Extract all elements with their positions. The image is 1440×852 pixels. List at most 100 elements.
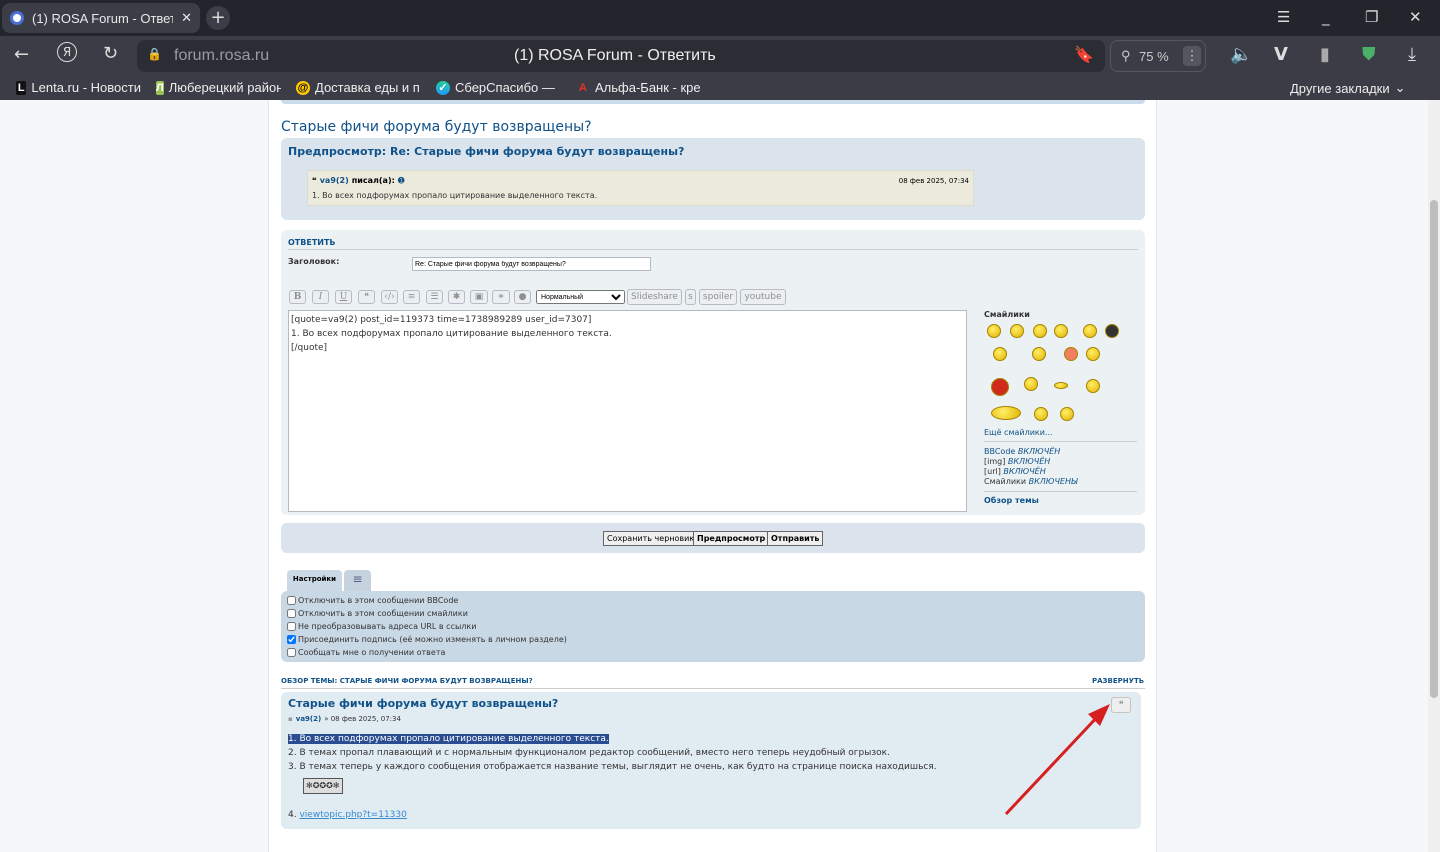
back-icon[interactable]: ← <box>14 44 29 65</box>
checkbox[interactable] <box>287 648 296 657</box>
option-attach-signature[interactable]: Присоединить подпись (её можно изменять … <box>287 633 1139 646</box>
smiley-icon[interactable] <box>1083 324 1097 338</box>
list-button[interactable]: ≡ <box>403 290 420 304</box>
list-item-button[interactable]: ✱ <box>448 290 465 304</box>
other-bookmarks[interactable]: Другие закладки ⌄ <box>1290 80 1406 96</box>
save-draft-button[interactable]: Сохранить черновик <box>603 531 699 546</box>
arrow-line <box>1004 712 1102 816</box>
smiley-icon[interactable] <box>987 324 1001 338</box>
bookmark-icon[interactable]: 🔖 <box>1074 45 1094 65</box>
browser-tab[interactable]: (1) ROSA Forum - Ответить ✕ <box>2 3 200 33</box>
bookmark-lubertsy[interactable]: Л Люберецкий район <box>156 80 281 95</box>
bookmark-lenta[interactable]: L Lenta.ru - Новости <box>16 80 141 95</box>
lock-icon: 🔒 <box>147 47 162 61</box>
preview-button[interactable]: Предпросмотр <box>693 531 770 546</box>
option-disable-bbcode[interactable]: Отключить в этом сообщении BBCode <box>287 594 1139 607</box>
smiley-icon[interactable] <box>1024 377 1038 391</box>
option-disable-smilies[interactable]: Отключить в этом сообщении смайлики <box>287 607 1139 620</box>
sunglasses-smiley-icon[interactable] <box>1105 324 1119 338</box>
reply-panel: ОТВЕТИТЬ Заголовок: B I U ❝ ‹/› ≡ ☰ ✱ ▣ … <box>281 230 1145 515</box>
tab-settings[interactable]: Настройки <box>287 570 342 591</box>
post-line-selected: 1. Во всех подфорумах пропало цитировани… <box>288 734 609 744</box>
submit-button[interactable]: Отправить <box>767 531 824 546</box>
yandex-icon[interactable]: Я <box>57 42 77 62</box>
post-author[interactable]: va9(2) <box>296 715 321 723</box>
quote-author[interactable]: va9(2) <box>320 176 349 185</box>
bold-button[interactable]: B <box>289 290 306 304</box>
alfa-icon: A <box>579 81 587 94</box>
speaker-icon[interactable]: 🔈 <box>1230 44 1252 65</box>
scrollbar-thumb[interactable] <box>1430 200 1438 698</box>
topic-review-link[interactable]: Обзор темы <box>984 496 1039 505</box>
goto-post-icon[interactable]: ➊ <box>398 176 405 185</box>
option-label: Сообщать мне о получении ответа <box>298 648 446 657</box>
status-value: ВКЛЮЧЕНЫ <box>1028 477 1078 486</box>
viewtopic-link[interactable]: viewtopic.php?t=11330 <box>299 810 406 820</box>
reload-icon[interactable]: ↻ <box>103 43 118 64</box>
tab-menu-icon[interactable]: ≡ <box>344 570 371 591</box>
code-button[interactable]: ‹/› <box>381 290 398 304</box>
ordered-list-button[interactable]: ☰ <box>426 290 443 304</box>
zoom-control[interactable]: ⚲ 75 % ⋮ <box>1110 40 1206 72</box>
reader-icon[interactable]: ▮ <box>1320 44 1330 65</box>
smiley-icon[interactable] <box>1060 407 1074 421</box>
close-tab-icon[interactable]: ✕ <box>181 10 192 26</box>
topic-title[interactable]: Старые фичи форума будут возвращены? <box>281 119 592 135</box>
minimize-icon[interactable]: _ <box>1322 8 1330 26</box>
more-smilies-link[interactable]: Ещё смайлики... <box>984 428 1053 437</box>
option-disable-urls[interactable]: Не преобразовывать адреса URL в ссылки <box>287 620 1139 633</box>
status-key: [url] <box>984 467 1001 476</box>
option-notify[interactable]: Сообщать мне о получении ответа <box>287 646 1139 659</box>
smiley-icon[interactable] <box>1033 324 1047 338</box>
bookmark-delivery[interactable]: @ Доставка еды и п <box>296 80 421 95</box>
smiley-icon[interactable] <box>1064 347 1078 361</box>
smiley-icon[interactable] <box>1086 347 1100 361</box>
smiley-icon[interactable] <box>993 347 1007 361</box>
address-bar[interactable]: 🔒 forum.rosa.ru (1) ROSA Forum - Ответит… <box>137 40 1105 72</box>
bookmark-alfabank[interactable]: A Альфа-Банк - кре <box>576 80 701 95</box>
checkbox[interactable] <box>287 609 296 618</box>
post-title[interactable]: Старые фичи форума будут возвращены? <box>288 697 558 710</box>
smiley-icon[interactable] <box>1054 382 1068 389</box>
bookmark-sberspasibo[interactable]: ✓ СберСпасибо — <box>436 80 561 95</box>
shield-v-icon[interactable]: V <box>1274 44 1288 65</box>
image-button[interactable]: ▣ <box>470 290 488 304</box>
message-textarea[interactable]: [quote=va9(2) post_id=119373 time=173898… <box>288 310 967 512</box>
smiley-icon[interactable] <box>1032 347 1046 361</box>
checkbox[interactable] <box>287 622 296 631</box>
smiley-icon[interactable] <box>1086 379 1100 393</box>
status-list: BBCode ВКЛЮЧЁН [img] ВКЛЮЧЁН [url] ВКЛЮЧ… <box>984 447 1078 487</box>
beer-smiley-icon[interactable] <box>991 406 1021 420</box>
s-button[interactable]: s <box>685 289 696 305</box>
color-button[interactable]: ● <box>514 290 531 304</box>
subject-input[interactable] <box>412 257 651 271</box>
spoiler-button[interactable]: spoiler <box>699 289 737 305</box>
divider <box>984 441 1137 442</box>
subject-label: Заголовок: <box>288 257 340 266</box>
download-icon[interactable]: ⤓ <box>1408 44 1416 65</box>
adguard-icon[interactable]: ⛊ <box>1362 44 1376 65</box>
zoom-out-icon[interactable]: ⚲ <box>1121 48 1131 64</box>
checkbox[interactable] <box>287 635 296 644</box>
status-value: ВКЛЮЧЁН <box>1003 467 1046 476</box>
restore-icon[interactable]: ❐ <box>1365 8 1378 26</box>
underline-button[interactable]: U <box>335 290 352 304</box>
quote-button[interactable]: ❝ <box>358 290 375 304</box>
expand-link[interactable]: РАЗВЕРНУТЬ <box>1092 677 1144 685</box>
smiley-icon[interactable] <box>1034 407 1048 421</box>
new-tab-button[interactable]: + <box>206 6 230 30</box>
post-date: » 08 фев 2025, 07:34 <box>324 715 401 723</box>
lubertsy-icon: Л <box>156 80 164 95</box>
font-size-select[interactable]: Нормальный <box>536 290 625 304</box>
slideshare-button[interactable]: Slideshare <box>627 289 682 305</box>
more-icon[interactable]: ⋮ <box>1183 46 1201 66</box>
italic-button[interactable]: I <box>312 290 329 304</box>
youtube-button[interactable]: youtube <box>740 289 786 305</box>
smiley-icon[interactable] <box>1010 324 1024 338</box>
checkbox[interactable] <box>287 596 296 605</box>
devil-smiley-icon[interactable] <box>991 378 1009 396</box>
menu-icon[interactable]: ☰ <box>1277 8 1290 26</box>
link-button[interactable]: ⚭ <box>492 290 510 304</box>
smiley-icon[interactable] <box>1054 324 1068 338</box>
close-window-icon[interactable]: ✕ <box>1409 8 1422 26</box>
